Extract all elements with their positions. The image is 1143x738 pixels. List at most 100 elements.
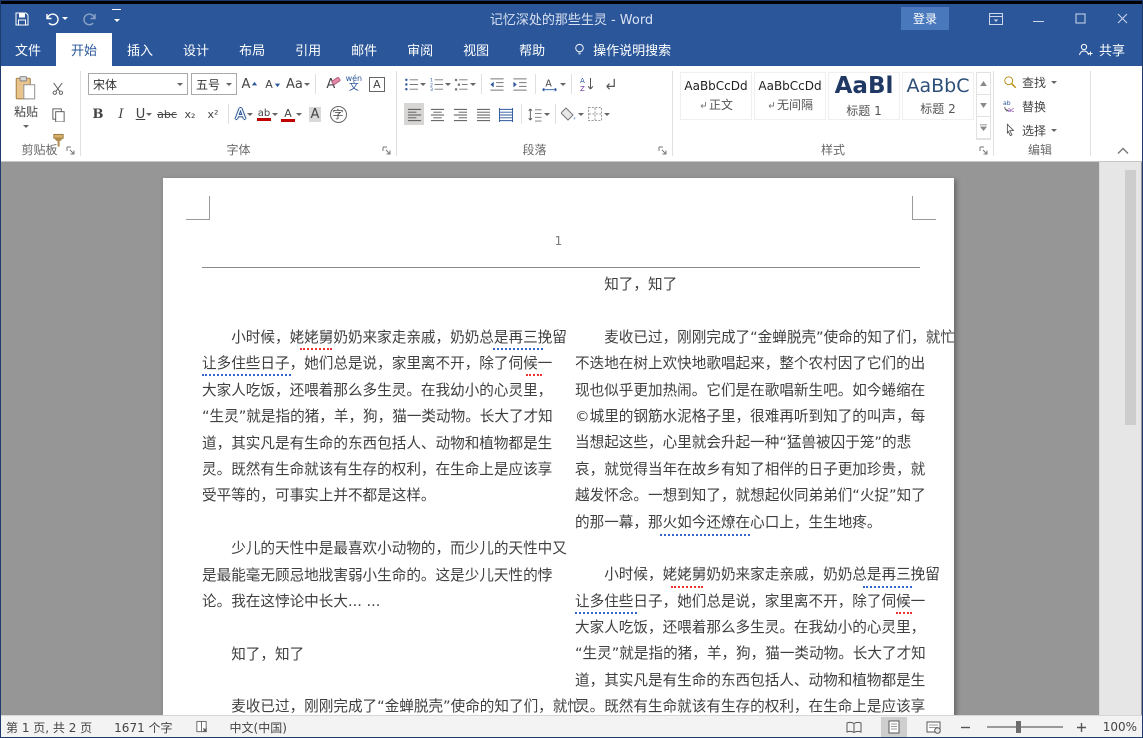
word-count[interactable]: 1671 个字 bbox=[114, 719, 172, 736]
zoom-out-button[interactable] bbox=[961, 723, 973, 732]
text-line[interactable] bbox=[575, 536, 923, 562]
read-mode-button[interactable] bbox=[841, 717, 867, 737]
collapse-ribbon-button[interactable] bbox=[1117, 147, 1129, 155]
align-left-button[interactable] bbox=[404, 103, 424, 125]
ribbon-tab[interactable]: 设计 bbox=[168, 33, 224, 66]
ribbon-tab[interactable]: 插入 bbox=[112, 33, 168, 66]
align-right-button[interactable] bbox=[450, 103, 470, 125]
decrease-indent-button[interactable] bbox=[487, 73, 507, 95]
style-normal[interactable]: AaBbCcDd 正文 bbox=[680, 72, 752, 120]
text-column-left[interactable]: 小时候，姥姥舅奶奶来家走亲戚，奶奶总是再三挽留让多住些日子，她们总是说，家里离不… bbox=[202, 325, 550, 715]
italic-button[interactable]: I bbox=[111, 103, 131, 125]
phonetic-guide-button[interactable]: wén文 bbox=[344, 73, 364, 95]
text-line[interactable] bbox=[202, 510, 550, 536]
text-line[interactable]: 麦收已过，刚刚完成了“金蝉脱壳”使命的知了们，就忙 bbox=[202, 694, 550, 715]
ribbon-tab[interactable]: 视图 bbox=[448, 33, 504, 66]
tab-home-active[interactable]: 开始 bbox=[56, 33, 112, 66]
increase-indent-button[interactable] bbox=[510, 73, 530, 95]
text-line[interactable]: 不迭地在树上欢快地歌唱起来，整个农村因了它们的出 bbox=[575, 351, 923, 377]
styles-scroll-down[interactable] bbox=[977, 95, 990, 117]
style-heading2[interactable]: AaBbC 标题 2 bbox=[902, 72, 974, 120]
text-line[interactable]: 小时候，姥姥舅奶奶来家走亲戚，奶奶总是再三挽留 bbox=[575, 562, 923, 588]
styles-dialog-launcher[interactable] bbox=[978, 145, 989, 156]
language-indicator[interactable]: 中文(中国) bbox=[230, 719, 287, 736]
numbered-list-button[interactable]: 123 bbox=[429, 73, 451, 95]
strikethrough-button[interactable]: abc bbox=[157, 103, 177, 125]
justify-button[interactable] bbox=[473, 103, 493, 125]
styles-gallery-more[interactable] bbox=[977, 117, 990, 139]
text-line[interactable]: “生灵”就是指的猪，羊，狗，猫一类动物。长大了才知 bbox=[202, 404, 550, 430]
text-line[interactable]: 知了，知了 bbox=[202, 642, 550, 668]
replace-button[interactable]: abac 替换 bbox=[1003, 96, 1057, 116]
bullet-list-button[interactable] bbox=[404, 73, 426, 95]
select-button[interactable]: 选择 bbox=[1003, 120, 1057, 140]
font-name-combo[interactable]: 宋体 bbox=[88, 73, 188, 95]
text-line[interactable]: 是最能毫无顾忌地戕害弱小生命的。这是少儿天性的悖 bbox=[202, 563, 550, 589]
style-no-spacing[interactable]: AaBbCcDd 无间隔 bbox=[754, 72, 826, 120]
document-canvas[interactable]: 1 小时候，姥姥舅奶奶来家走亲戚，奶奶总是再三挽留让多住些日子，她们总是说，家里… bbox=[0, 162, 1143, 715]
character-border-button[interactable]: A bbox=[367, 73, 387, 95]
text-line[interactable]: 受平等的，可事实上并不都是这样。 bbox=[202, 483, 550, 509]
text-line[interactable]: 的那一幕，那火如今还燎在心口上，生生地疼。 bbox=[575, 510, 923, 536]
paragraph-dialog-launcher[interactable] bbox=[657, 145, 668, 156]
text-line[interactable]: 道，其实凡是有生命的东西包括人、动物和植物都是生 bbox=[575, 668, 923, 694]
text-column-right[interactable]: 知了，知了 麦收已过，刚刚完成了“金蝉脱壳”使命的知了们，就忙不迭地在树上欢快地… bbox=[575, 272, 923, 715]
text-line[interactable]: 哀，就觉得当年在故乡有知了相伴的日子更加珍贵，就 bbox=[575, 457, 923, 483]
change-case-button[interactable]: Aa bbox=[286, 73, 310, 95]
paste-button[interactable]: 粘贴 bbox=[6, 71, 46, 139]
minimize-button[interactable] bbox=[1017, 4, 1059, 33]
text-line[interactable]: 灵。既然有生命就该有生存的权利，在生命上是应该享 bbox=[575, 694, 923, 715]
print-layout-button[interactable] bbox=[881, 717, 907, 737]
zoom-slider-thumb[interactable] bbox=[1016, 721, 1021, 733]
sign-in-button[interactable]: 登录 bbox=[901, 7, 949, 30]
ribbon-display-options-button[interactable] bbox=[975, 4, 1017, 33]
text-line[interactable]: 论。我在这悖论中长大... ... bbox=[202, 589, 550, 615]
borders-button[interactable] bbox=[587, 103, 610, 125]
shrink-font-button[interactable]: A bbox=[263, 73, 283, 95]
line-spacing-button[interactable] bbox=[527, 103, 550, 125]
text-line[interactable]: 麦收已过，刚刚完成了“金蝉脱壳”使命的知了们，就忙 bbox=[575, 325, 923, 351]
copy-button[interactable] bbox=[48, 103, 68, 125]
share-button[interactable]: 共享 bbox=[1059, 33, 1143, 66]
ribbon-tab[interactable]: 审阅 bbox=[392, 33, 448, 66]
text-line[interactable]: ©城里的钢筋水泥格子里，很难再听到知了的叫声，每 bbox=[575, 404, 923, 430]
character-shading-button[interactable]: A bbox=[305, 103, 325, 125]
text-line[interactable]: 灵。既然有生命就该有生存的权利，在生命上是应该享 bbox=[202, 457, 550, 483]
text-line[interactable] bbox=[575, 298, 923, 324]
underline-button[interactable]: U bbox=[134, 103, 154, 125]
tell-me-search[interactable]: 操作说明搜索 bbox=[560, 33, 683, 66]
tab-file[interactable]: 文件 bbox=[0, 33, 56, 66]
align-center-button[interactable] bbox=[427, 103, 447, 125]
undo-button[interactable] bbox=[44, 11, 68, 27]
cut-button[interactable] bbox=[48, 77, 68, 99]
ribbon-tab[interactable]: 引用 bbox=[280, 33, 336, 66]
ribbon-tab[interactable]: 布局 bbox=[224, 33, 280, 66]
text-line[interactable]: 现也似乎更加热闹。它们是在歌唱新生吧。如今蜷缩在 bbox=[575, 378, 923, 404]
subscript-button[interactable]: x₂ bbox=[180, 103, 200, 125]
text-line[interactable]: 知了，知了 bbox=[575, 272, 923, 298]
grow-font-button[interactable]: A bbox=[240, 73, 260, 95]
distribute-button[interactable] bbox=[496, 103, 516, 125]
bold-button[interactable]: B bbox=[88, 103, 108, 125]
text-line[interactable]: 大家人吃饭，还喂着那么多生灵。在我幼小的心灵里， bbox=[575, 615, 923, 641]
enclose-characters-button[interactable]: 字 bbox=[328, 103, 348, 125]
styles-scroll-up[interactable] bbox=[977, 73, 990, 95]
zoom-level[interactable]: 100% bbox=[1103, 720, 1137, 734]
clear-formatting-button[interactable]: A bbox=[321, 73, 341, 95]
text-line[interactable]: 越发怀念。一想到知了，就想起伙同弟弟们“火捉”知了 bbox=[575, 483, 923, 509]
vertical-scrollbar[interactable] bbox=[1099, 162, 1141, 715]
save-button[interactable] bbox=[14, 11, 30, 27]
document-page[interactable]: 1 小时候，姥姥舅奶奶来家走亲戚，奶奶总是再三挽留让多住些日子，她们总是说，家里… bbox=[163, 178, 954, 715]
ribbon-tab[interactable]: 邮件 bbox=[336, 33, 392, 66]
redo-button[interactable] bbox=[82, 11, 98, 27]
text-line[interactable]: 大家人吃饭，还喂着那么多生灵。在我幼小的心灵里， bbox=[202, 378, 550, 404]
superscript-button[interactable]: x² bbox=[203, 103, 223, 125]
text-line[interactable] bbox=[202, 668, 550, 694]
text-line[interactable]: 少儿的天性中是最喜欢小动物的，而少儿的天性中又 bbox=[202, 536, 550, 562]
show-hide-marks-button[interactable] bbox=[600, 73, 620, 95]
zoom-slider[interactable] bbox=[987, 726, 1063, 728]
font-size-combo[interactable]: 五号 bbox=[191, 73, 237, 95]
text-highlight-button[interactable]: ab bbox=[257, 103, 278, 125]
zoom-in-button[interactable] bbox=[1077, 723, 1089, 732]
multilevel-list-button[interactable] bbox=[454, 73, 476, 95]
